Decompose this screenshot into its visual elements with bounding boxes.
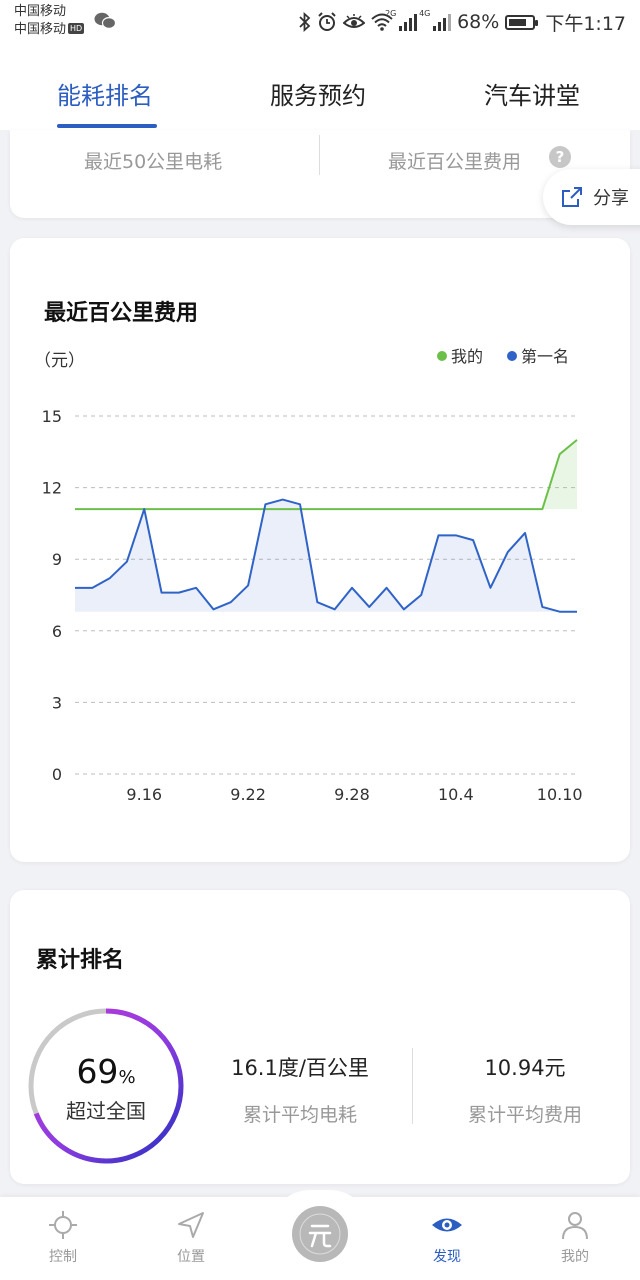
y-tick-label: 9 [52, 550, 62, 569]
x-tick-label: 10.4 [438, 785, 474, 804]
avg-energy-value: 16.1度/百公里 [231, 1056, 369, 1080]
signal-2-icon: 4G [419, 9, 452, 31]
signal-2-type: 4G [419, 9, 431, 18]
tab-energy-ranking[interactable]: 能耗排名 [57, 76, 153, 111]
help-icon[interactable]: ? [549, 146, 571, 168]
share-icon [562, 187, 582, 207]
nav-mine-label: 我的 [561, 1249, 589, 1265]
carrier-2-label: 中国移动 [14, 22, 67, 37]
ranking-percent-value: 69 [76, 1052, 119, 1091]
cost-chart-card: 15 12 9 6 3 0 9.16 9.22 9.28 10.4 10.10 我的 第一名 最近百公里… [10, 238, 630, 862]
ranking-percent-sign: % [118, 1067, 136, 1088]
nav-location-label: 位置 [177, 1249, 205, 1265]
tab-active-indicator [57, 124, 157, 128]
summary-left-label[interactable]: 最近50公里电耗 [84, 147, 222, 174]
tab-service-booking[interactable]: 服务预约 [270, 76, 366, 111]
carrier-1: 中国移动 [14, 4, 67, 19]
location-icon [178, 1212, 204, 1238]
y-tick-label: 6 [52, 622, 62, 641]
tab-car-lecture[interactable]: 汽车讲堂 [484, 76, 580, 111]
cost-chart: 15 12 9 6 3 0 9.16 9.22 9.28 10.4 10.10 我的 第一名 [42, 347, 583, 804]
center-logo-icon [299, 1213, 341, 1255]
legend-dot-first [507, 351, 517, 361]
legend-label-mine: 我的 [451, 347, 483, 366]
y-tick-label: 0 [52, 765, 62, 784]
summary-divider [319, 135, 320, 175]
avg-energy-label: 累计平均电耗 [242, 1104, 357, 1126]
stat-divider [412, 1048, 413, 1124]
summary-right-label[interactable]: 最近百公里费用 [388, 147, 521, 174]
status-right: 2G 4G 68% 下午1:17 [299, 8, 626, 36]
summary-card: 最近50公里电耗 最近百公里费用 ? [10, 130, 630, 218]
nav-control-label: 控制 [49, 1249, 77, 1265]
y-tick-label: 12 [42, 479, 62, 498]
ranking-percent-label: 超过全国 [66, 1099, 146, 1123]
share-label: 分享 [593, 188, 629, 209]
control-icon [49, 1211, 77, 1239]
profile-icon [562, 1212, 588, 1240]
cost-chart-title: 最近百公里费用 [44, 301, 199, 326]
status-bar: 中国移动 中国移动 HD 2G 4G 68% 下午1:17 [0, 0, 640, 46]
ranking-percent: 69% [26, 1052, 186, 1091]
wechat-icon [94, 12, 116, 29]
top-tabs: 能耗排名 服务预约 汽车讲堂 [0, 46, 640, 130]
nav-location[interactable]: 位置 [151, 1210, 231, 1266]
x-tick-label: 9.16 [126, 785, 162, 804]
bluetooth-icon [299, 12, 311, 32]
x-tick-label: 9.22 [230, 785, 266, 804]
avg-cost-label: 累计平均费用 [467, 1104, 582, 1126]
x-tick-label: 9.28 [334, 785, 370, 804]
eye-icon [432, 1218, 462, 1232]
ranking-card: 累计排名 69% 超过全国 16.1度/百公里 累计平均电耗 10.94元 累计… [10, 890, 630, 1184]
nav-control[interactable]: 控制 [23, 1210, 103, 1266]
signal-1-icon: 2G [385, 9, 418, 31]
x-tick-label: 10.10 [537, 785, 583, 804]
y-tick-label: 3 [52, 693, 62, 712]
nav-discover[interactable]: 发现 [407, 1210, 487, 1266]
alarm-icon [318, 12, 336, 31]
series-line-mine [75, 439, 578, 511]
hd-badge: HD [68, 23, 85, 34]
y-tick-label: 15 [42, 407, 62, 426]
ranking-title: 累计排名 [36, 948, 125, 973]
series-area-first [75, 499, 577, 612]
nav-mine[interactable]: 我的 [535, 1210, 615, 1266]
clock: 下午1:17 [545, 12, 626, 35]
battery-icon [505, 14, 539, 30]
share-button[interactable]: 分享 [543, 169, 640, 225]
battery-percent: 68% [457, 11, 500, 33]
legend-label-first: 第一名 [521, 347, 569, 366]
signal-1-type: 2G [385, 9, 397, 18]
y-axis-unit: （元） [34, 351, 85, 371]
eye-comfort-icon [343, 14, 366, 28]
legend-dot-mine [437, 351, 447, 361]
carrier-2: 中国移动 HD [14, 21, 85, 38]
nav-center-button[interactable] [292, 1206, 348, 1262]
avg-cost-value: 10.94元 [484, 1056, 566, 1080]
nav-discover-label: 发现 [433, 1249, 461, 1265]
series-area-mine [75, 439, 577, 510]
